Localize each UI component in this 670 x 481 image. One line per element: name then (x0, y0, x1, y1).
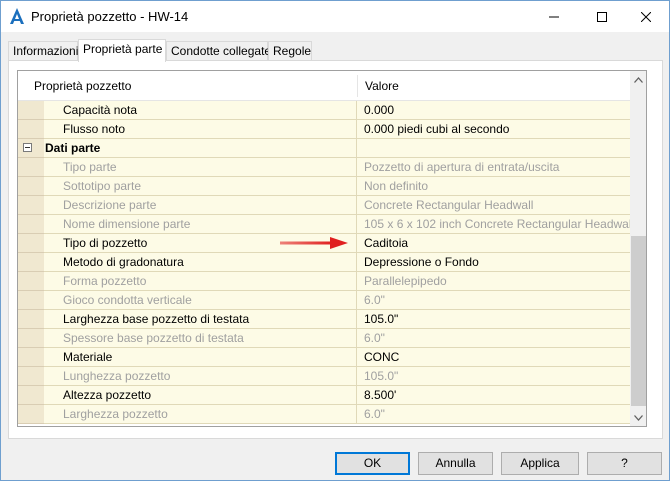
header-property[interactable]: Proprietà pozzetto (18, 71, 357, 101)
property-name: Lunghezza pozzetto (44, 367, 357, 386)
property-row[interactable]: Capacità nota 0.000 (18, 101, 630, 120)
row-margin (18, 367, 44, 386)
property-row[interactable]: Materiale CONC (18, 348, 630, 367)
row-margin (18, 158, 44, 177)
ok-button[interactable]: OK (335, 452, 410, 475)
tab-proprieta-parte[interactable]: Proprietà parte (78, 39, 166, 62)
property-row[interactable]: Tipo parte Pozzetto di apertura di entrat… (18, 158, 630, 177)
scroll-up-button[interactable] (630, 71, 646, 88)
tab-informazioni[interactable]: Informazioni (8, 41, 78, 61)
property-row[interactable]: Sottotipo parte Non definito (18, 177, 630, 196)
property-name: Spessore base pozzetto di testata (44, 329, 357, 348)
property-name: Forma pozzetto (44, 272, 357, 291)
property-row[interactable]: Forma pozzetto Parallelepipedo (18, 272, 630, 291)
dialog-window: Proprietà pozzetto - HW-14 Informazioni … (0, 0, 670, 481)
maximize-button[interactable] (579, 1, 625, 32)
property-name: Nome dimensione parte (44, 215, 357, 234)
minimize-icon (549, 16, 559, 17)
civil3d-app-icon (10, 8, 24, 24)
scrollbar-thumb[interactable] (631, 236, 646, 406)
row-margin (18, 196, 44, 215)
vertical-scrollbar[interactable] (630, 71, 646, 426)
property-name: Materiale (44, 348, 357, 367)
maximize-icon (597, 11, 607, 22)
property-name: Metodo di gradonatura (44, 253, 357, 272)
property-row[interactable]: Larghezza pozzetto 6.0" (18, 405, 630, 424)
property-value: Non definito (357, 177, 630, 196)
scroll-down-button[interactable] (630, 409, 646, 426)
property-row[interactable]: Nome dimensione parte 105 x 6 x 102 inch … (18, 215, 630, 234)
property-name: Tipo parte (44, 158, 357, 177)
help-button[interactable]: ? (587, 452, 662, 475)
property-value: Parallelepipedo (357, 272, 630, 291)
property-name: Capacità nota (44, 101, 357, 120)
property-value[interactable]: 0.000 (357, 101, 630, 120)
chevron-up-icon (634, 76, 643, 83)
tab-condotte-collegate[interactable]: Condotte collegate (166, 41, 271, 61)
grid-header: Proprietà pozzetto Valore (18, 71, 630, 101)
property-row[interactable]: Lunghezza pozzetto 105.0" (18, 367, 630, 386)
property-value: 6.0" (357, 405, 630, 424)
property-value[interactable]: Depressione o Fondo (357, 253, 630, 272)
row-margin (18, 310, 44, 329)
property-value: 6.0" (357, 329, 630, 348)
property-name: Altezza pozzetto (44, 386, 357, 405)
property-value: 105.0" (357, 367, 630, 386)
property-name: Larghezza pozzetto (44, 405, 357, 424)
property-name: Flusso noto (44, 120, 357, 139)
property-name: Gioco condotta verticale (44, 291, 357, 310)
apply-button[interactable]: Applica (501, 452, 579, 475)
row-margin (18, 272, 44, 291)
property-value[interactable]: 105.0" (357, 310, 630, 329)
category-row[interactable]: Dati parte (18, 139, 630, 158)
property-row[interactable]: Larghezza base pozzetto di testata 105.0" (18, 310, 630, 329)
property-row[interactable]: Spessore base pozzetto di testata 6.0" (18, 329, 630, 348)
property-value: Pozzetto di apertura di entrata/uscita (357, 158, 630, 177)
chevron-down-icon (634, 414, 643, 421)
property-value[interactable]: Caditoia (357, 234, 630, 253)
header-value[interactable]: Valore (357, 71, 630, 101)
property-row[interactable]: Altezza pozzetto 8.500' (18, 386, 630, 405)
property-row[interactable]: Descrizione parte Concrete Rectangular He… (18, 196, 630, 215)
property-name: Larghezza base pozzetto di testata (44, 310, 357, 329)
property-value[interactable]: 8.500' (357, 386, 630, 405)
title-bar: Proprietà pozzetto - HW-14 (1, 1, 669, 32)
window-title: Proprietà pozzetto - HW-14 (31, 9, 189, 24)
property-value[interactable]: CONC (357, 348, 630, 367)
row-margin (18, 348, 44, 367)
property-value[interactable]: 0.000 piedi cubi al secondo (357, 120, 630, 139)
arrow-right-icon (280, 237, 348, 249)
property-row[interactable]: Metodo di gradonatura Depressione o Fondo (18, 253, 630, 272)
row-margin (18, 120, 44, 139)
row-margin (18, 215, 44, 234)
minimize-button[interactable] (531, 1, 577, 32)
collapse-icon[interactable] (23, 143, 32, 152)
row-margin (18, 139, 44, 158)
row-margin (18, 291, 44, 310)
property-row[interactable]: Gioco condotta verticale 6.0" (18, 291, 630, 310)
property-value: 6.0" (357, 291, 630, 310)
property-name: Descrizione parte (44, 196, 357, 215)
row-margin (18, 253, 44, 272)
row-margin (18, 234, 44, 253)
row-margin (18, 101, 44, 120)
category-label: Dati parte (44, 139, 357, 158)
close-icon (641, 11, 651, 22)
row-margin (18, 329, 44, 348)
cancel-button[interactable]: Annulla (418, 452, 493, 475)
property-value: Concrete Rectangular Headwall (357, 196, 630, 215)
property-name: Sottotipo parte (44, 177, 357, 196)
row-margin (18, 405, 44, 424)
property-row[interactable]: Flusso noto 0.000 piedi cubi al secondo (18, 120, 630, 139)
close-button[interactable] (623, 1, 669, 32)
property-value: 105 x 6 x 102 inch Concrete Rectangular … (357, 215, 630, 234)
row-margin (18, 177, 44, 196)
property-value (357, 139, 630, 158)
row-margin (18, 386, 44, 405)
tab-regole[interactable]: Regole (268, 41, 312, 61)
